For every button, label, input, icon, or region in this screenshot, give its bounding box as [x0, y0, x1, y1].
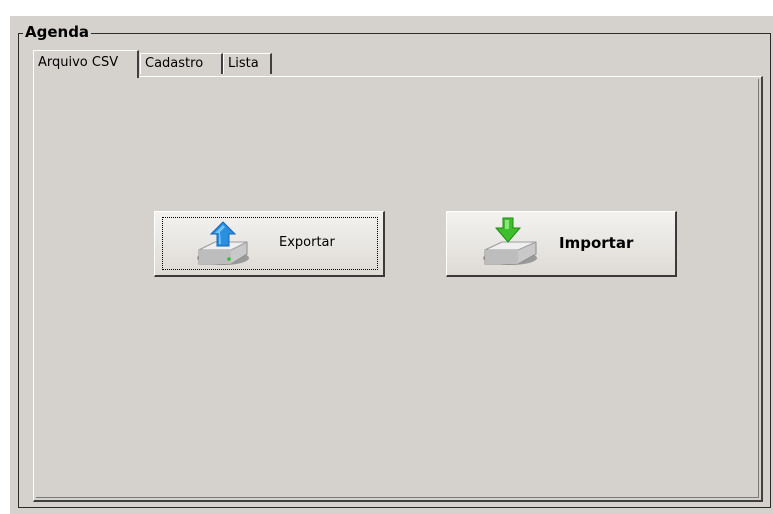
- groupbox-title: Agenda: [23, 22, 92, 42]
- import-button-label: Importar: [559, 234, 634, 252]
- drive-download-icon: [483, 217, 537, 265]
- import-button[interactable]: Importar: [446, 211, 677, 277]
- export-button-label: Exportar: [279, 235, 335, 250]
- tab-arquivo-csv[interactable]: Arquivo CSV: [33, 50, 139, 78]
- export-button[interactable]: Exportar: [154, 211, 385, 277]
- tab-cadastro[interactable]: Cadastro: [140, 53, 223, 74]
- drive-upload-icon: [197, 221, 249, 265]
- tab-panel-arquivo-csv: [33, 76, 763, 502]
- tab-lista[interactable]: Lista: [223, 53, 272, 74]
